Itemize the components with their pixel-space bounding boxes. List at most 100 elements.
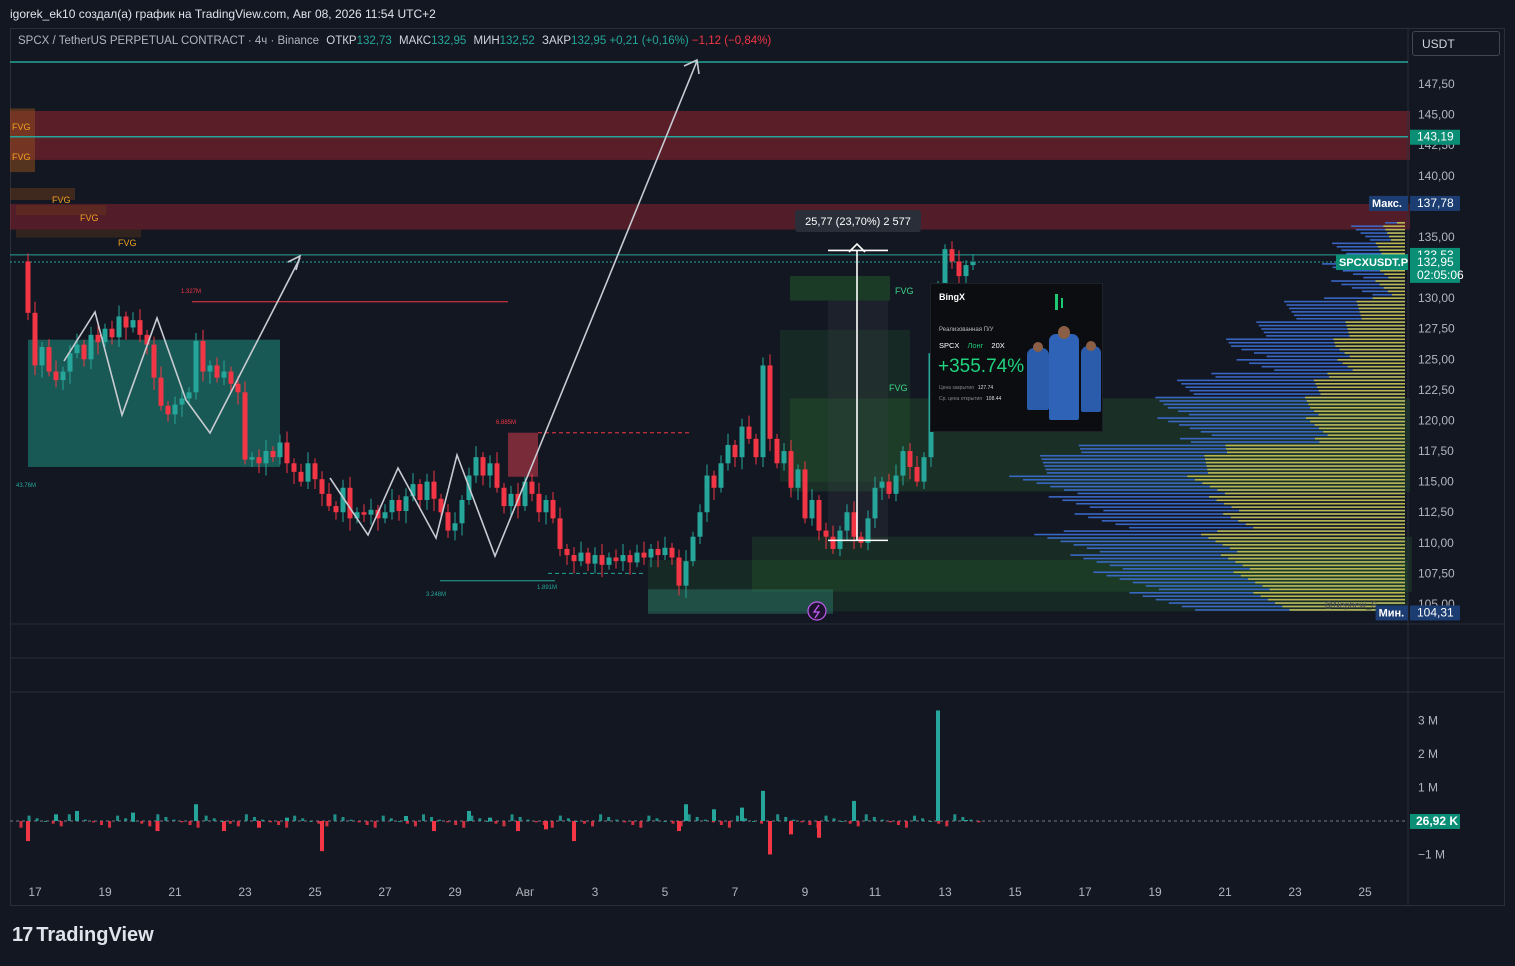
volume-bar-small (357, 821, 361, 823)
volume-bar-small (373, 821, 377, 828)
price-tag: Мин. (1379, 607, 1405, 619)
volume-bar-small (671, 821, 675, 824)
volume-bar-small (558, 815, 562, 821)
volume-bar-small (116, 815, 120, 821)
volume-bar-small (921, 818, 925, 821)
promo-close-price: Цена закрытия 127.74 (939, 385, 994, 391)
candle (949, 249, 955, 262)
volume-profile-bar-up (1375, 280, 1405, 282)
volume-profile-bar-up (1359, 311, 1405, 313)
candle (732, 444, 738, 458)
volume-bar-small (494, 821, 498, 824)
projection-arrow-icon (287, 254, 302, 271)
volume-bar-small (59, 821, 63, 827)
candle (431, 481, 437, 499)
volume-bar-small (438, 819, 442, 821)
candle (312, 463, 318, 480)
volume-bar-small (27, 815, 31, 821)
volume-bar-small (83, 819, 87, 821)
volume-bar-small (244, 814, 248, 821)
volume-profile-bar-up (1337, 359, 1405, 361)
candle (508, 493, 514, 507)
candle (403, 496, 409, 512)
volume-profile-bar-up (1215, 540, 1405, 543)
volume-profile-bar-up (1202, 482, 1405, 484)
candle (893, 475, 899, 494)
volume-profile-bar-up (1310, 406, 1405, 409)
volume-profile-bar-up (1204, 454, 1405, 457)
volume-bar-small (100, 821, 103, 826)
candle (914, 466, 920, 482)
candle (872, 487, 878, 519)
volume-profile-bar-up (1361, 317, 1405, 320)
tradingview-brand: TradingView (36, 924, 154, 946)
volume-profile-bar-up (1384, 273, 1405, 275)
candle (550, 500, 556, 519)
volume-profile-bar-up (1233, 571, 1405, 574)
candle (417, 484, 423, 500)
chart-canvas[interactable]: 25,77 (23,70%) 2 577 FVG FVG FVG FVG FVG FVG FV… (0, 0, 1515, 966)
volume-bar-small (808, 821, 812, 826)
time-tick: 25 (308, 885, 322, 899)
candle (669, 547, 675, 558)
candle (879, 481, 885, 488)
tradingview-logo-icon: 17 (12, 924, 33, 946)
candle (739, 426, 745, 458)
volume-profile-bar-up (1262, 585, 1405, 587)
volume-profile-bar-up (1347, 328, 1405, 330)
volume-profile-bar-up (1383, 225, 1405, 228)
volume-bar-small (454, 821, 458, 826)
volume-bar-small (913, 815, 917, 821)
open-value: 132,73 (356, 35, 392, 47)
price-label: 104,31 (1417, 605, 1454, 619)
volume-bar-small (945, 821, 949, 827)
volume-profile-bar-up (1222, 544, 1405, 546)
candle (676, 557, 682, 586)
volume-bar-small (961, 816, 965, 821)
volume-profile-bar-up (1253, 526, 1405, 529)
candle (305, 463, 311, 482)
volume-tick: −1 M (1418, 848, 1445, 862)
time-tick: 13 (938, 885, 952, 899)
low-value: 132,52 (499, 35, 535, 47)
volume-profile-bar-up (1388, 276, 1405, 279)
candle (781, 451, 787, 464)
volume-profile-bar-up (1230, 516, 1405, 519)
candle (620, 555, 626, 562)
candle (494, 463, 500, 488)
volume-profile-bar-up (1249, 568, 1405, 570)
volume-profile-bar-up (1205, 461, 1405, 464)
time-tick: 19 (98, 885, 112, 899)
fvg-zone-green-1 (790, 276, 890, 301)
volume-annotation: 43.76M (16, 483, 36, 489)
volume-profile-bar-up (1345, 321, 1405, 323)
candle (151, 344, 157, 378)
volume-profile-bar-up (1260, 595, 1405, 598)
volume-profile-bar-up (1383, 287, 1405, 289)
candle (970, 262, 976, 266)
promo-person-center (1049, 334, 1079, 420)
candle (844, 512, 850, 531)
volume-annotation: 1.891M (537, 585, 557, 591)
volume-profile-bar-up (1385, 228, 1405, 231)
volume-bar-small (277, 821, 281, 826)
volume-bar (131, 812, 135, 821)
volume-bar (320, 821, 324, 852)
currency-button[interactable]: USDT (1412, 31, 1500, 56)
bingx-pnl-card: BingX Реализованная П/У SPCX Лонг 20X +355… (930, 283, 1103, 432)
candle (627, 555, 633, 563)
candle (81, 344, 87, 360)
candle (578, 552, 584, 562)
volume-bar-small (896, 821, 900, 826)
volume-bar-small (405, 821, 409, 824)
volume-bar-small (317, 821, 321, 824)
candle (599, 555, 605, 565)
volume-profile-bar-up (1187, 475, 1405, 478)
symbol-description[interactable]: SPCX / TetherUS PERPETUAL CONTRACT · 4ч … (18, 35, 319, 47)
supply-zone-box (508, 432, 538, 477)
promo-open-price: Ср. цена открытия 108.44 (939, 396, 1002, 402)
volume-bar (964, 819, 968, 821)
time-tick: 19 (1148, 885, 1162, 899)
tradingview-logo[interactable]: 17 TradingView (12, 924, 154, 947)
price-tick: 135,00 (1418, 230, 1455, 244)
